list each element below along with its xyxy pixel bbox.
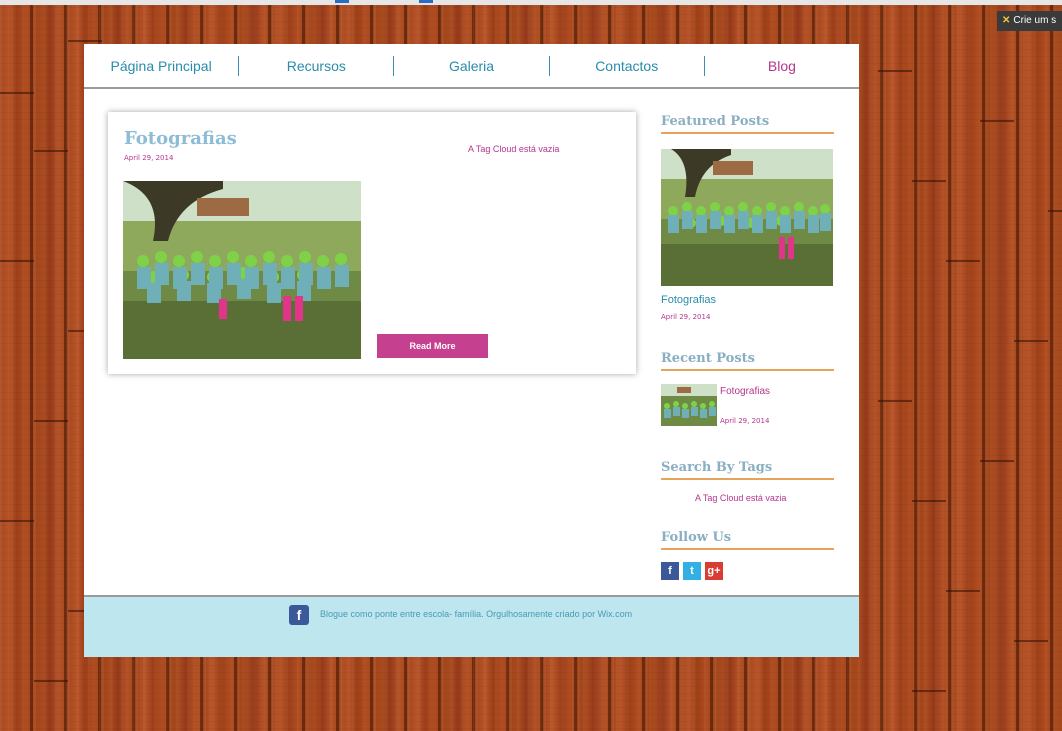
post-date: April 29, 2014	[124, 154, 174, 162]
page-container: Página Principal Recursos Galeria Contac…	[84, 44, 859, 595]
search-by-tags-heading: Search By Tags	[661, 460, 834, 480]
follow-us-heading: Follow Us	[661, 530, 834, 550]
follow-us-widget: Follow Us	[661, 530, 834, 550]
tag-cloud-empty: A Tag Cloud está vazia	[695, 493, 787, 503]
tab-indicator	[335, 0, 349, 3]
post-title[interactable]: Fotografias	[124, 128, 237, 149]
sidebar: Featured Posts Fotografias April 29, 201…	[661, 114, 834, 580]
site-footer: f Blogue como ponte entre escola- famíli…	[84, 595, 859, 657]
blog-post-card: Fotografias April 29, 2014 A Tag Cloud e…	[108, 112, 636, 374]
post-tag-cloud-empty: A Tag Cloud está vazia	[468, 144, 560, 154]
nav-link-gallery[interactable]: Galeria	[394, 58, 548, 74]
nav-link-blog[interactable]: Blog	[705, 58, 859, 74]
wix-create-site-badge[interactable]: ✕ Crie um s	[997, 11, 1062, 31]
nav-link-contacts[interactable]: Contactos	[550, 58, 704, 74]
featured-posts-heading: Featured Posts	[661, 114, 834, 134]
featured-post-photo[interactable]	[661, 149, 833, 286]
wix-x-icon: ✕	[1002, 15, 1011, 26]
twitter-icon[interactable]: t	[683, 562, 701, 580]
recent-posts-heading: Recent Posts	[661, 351, 834, 371]
google-plus-icon[interactable]: g+	[705, 562, 723, 580]
nav-link-resources[interactable]: Recursos	[239, 58, 393, 74]
tab-indicator	[419, 0, 433, 3]
recent-post-thumbnail[interactable]	[661, 384, 717, 426]
facebook-icon[interactable]: f	[661, 562, 679, 580]
social-links: f t g+	[661, 562, 723, 580]
wix-badge-label: Crie um s	[1013, 15, 1057, 26]
recent-post-title[interactable]: Fotografias	[720, 386, 770, 397]
recent-posts-widget: Recent Posts	[661, 351, 834, 371]
search-by-tags-widget: Search By Tags	[661, 460, 834, 480]
read-more-button[interactable]: Read More	[377, 334, 488, 358]
footer-text: Blogue como ponte entre escola- família.…	[320, 609, 633, 619]
post-photo[interactable]	[123, 181, 361, 359]
main-nav: Página Principal Recursos Galeria Contac…	[84, 44, 859, 89]
featured-post-title[interactable]: Fotografias	[661, 294, 716, 306]
nav-link-home[interactable]: Página Principal	[84, 58, 238, 74]
browser-top-edge	[0, 0, 1062, 5]
facebook-icon[interactable]: f	[289, 605, 309, 625]
featured-post-date: April 29, 2014	[661, 313, 711, 321]
recent-post-date: April 29, 2014	[720, 417, 770, 425]
